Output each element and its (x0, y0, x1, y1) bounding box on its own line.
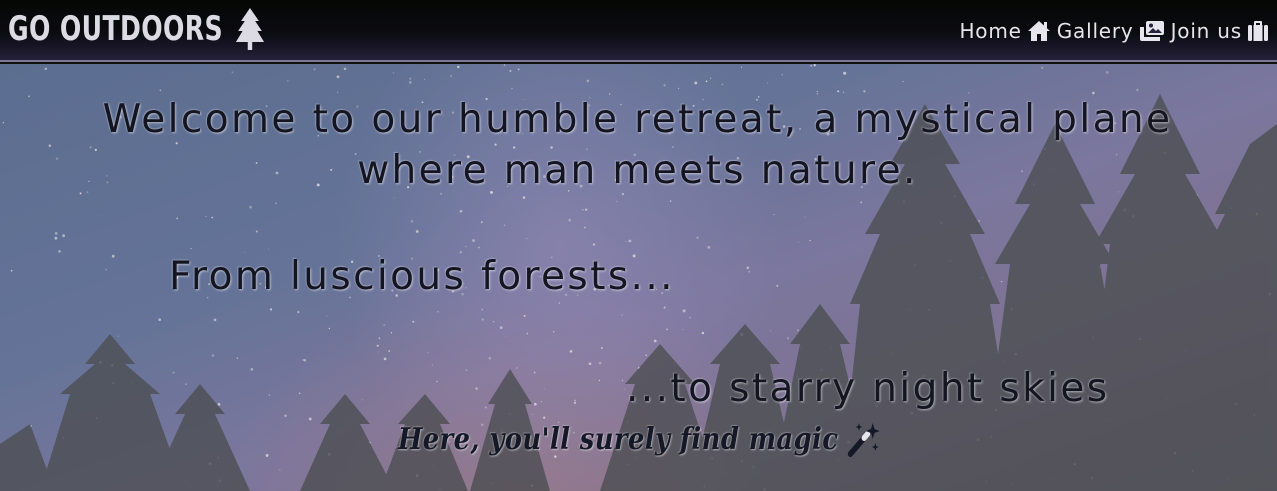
gallery-icon (1139, 21, 1164, 41)
magic-wand-icon (847, 423, 880, 457)
magic-text: Here, you'll surely find magic (398, 421, 839, 457)
nav-item-join-us[interactable]: Join us (1171, 19, 1269, 43)
nav-item-label: Join us (1170, 19, 1242, 43)
navbar: GO OUTDOORS Home Gallery Join us (0, 0, 1277, 62)
forests-text: From luscious forests... (169, 254, 675, 299)
magic-tagline: Here, you'll surely find magic (398, 420, 881, 458)
brand-logo[interactable]: GO OUTDOORS (8, 6, 266, 52)
nav-item-home[interactable]: Home (959, 19, 1050, 43)
brand-name: GO OUTDOORS (8, 9, 224, 49)
tree-icon (235, 8, 264, 50)
briefcase-icon (1248, 21, 1268, 41)
nav-links: Home Gallery Join us (953, 14, 1269, 48)
welcome-heading: Welcome to our humble retreat, a mystica… (102, 97, 1173, 193)
home-icon (1027, 21, 1050, 41)
skies-text: ...to starry night skies (626, 366, 1110, 411)
nav-item-label: Gallery (1056, 19, 1134, 43)
hero-section: Welcome to our humble retreat, a mystica… (0, 64, 1277, 491)
nav-item-label: Home (959, 19, 1022, 43)
nav-item-gallery[interactable]: Gallery (1057, 19, 1165, 43)
